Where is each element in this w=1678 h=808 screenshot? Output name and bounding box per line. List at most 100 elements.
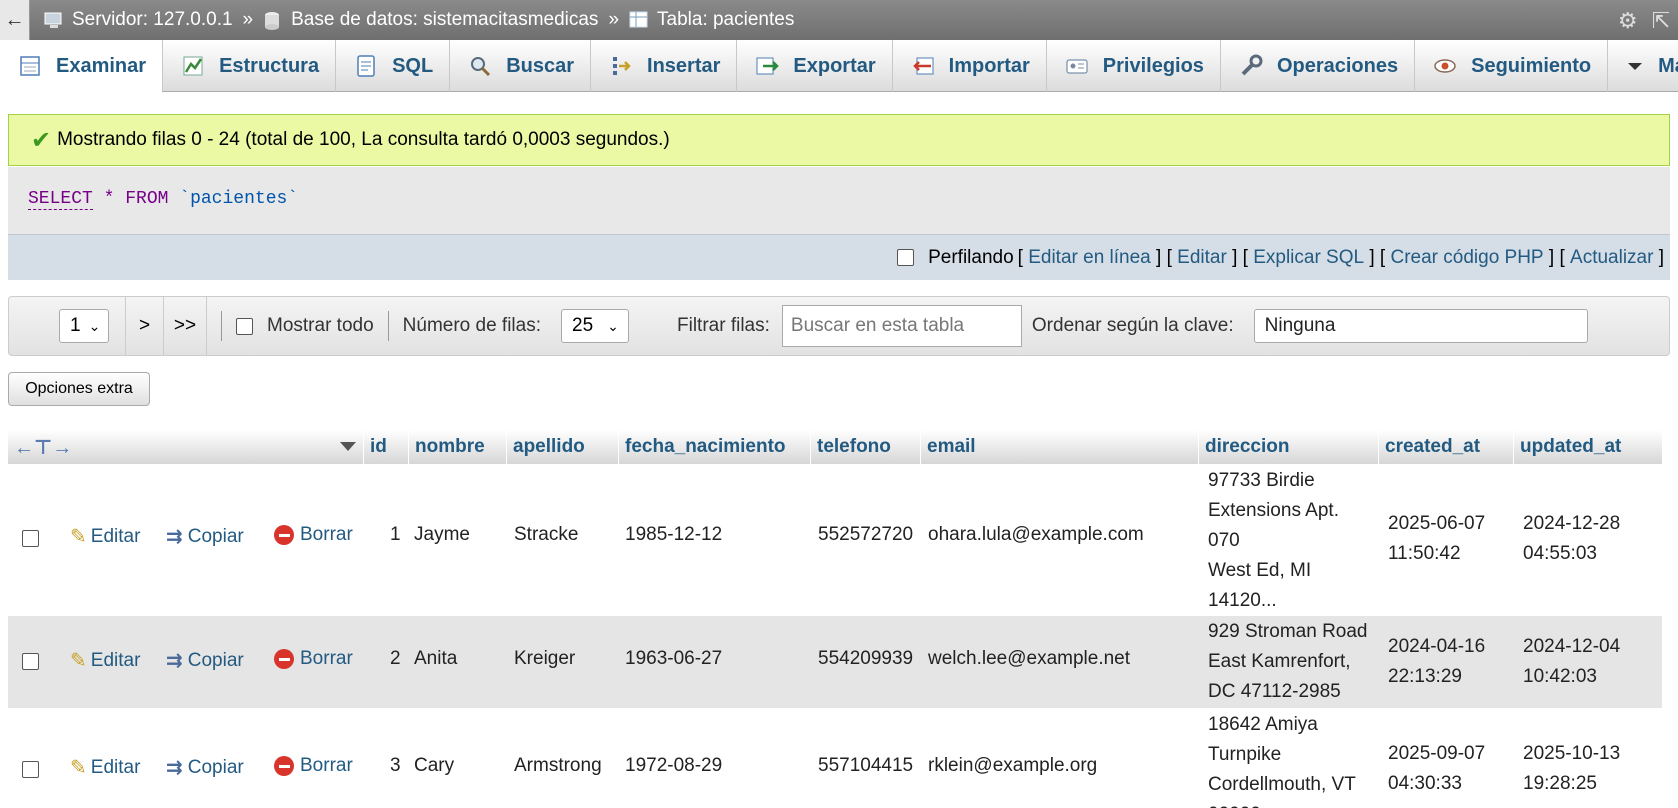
filter-rows-input[interactable]: Buscar en esta tabla <box>781 305 1022 347</box>
sql-keyword-select[interactable]: SELECT <box>28 189 93 210</box>
row-delete-link[interactable]: Borrar <box>274 524 353 546</box>
tab-operations[interactable]: Operaciones <box>1221 40 1416 92</box>
tab-privileges[interactable]: Privilegios <box>1047 40 1221 92</box>
success-message-text: Mostrando filas 0 - 24 (total de 100, La… <box>57 129 670 150</box>
row-delete-link[interactable]: Borrar <box>274 648 353 670</box>
column-resize-arrows[interactable]: ←⊤→ <box>8 430 333 464</box>
sql-star: * <box>103 189 115 209</box>
table-icon <box>629 11 649 29</box>
browse-icon <box>18 54 42 78</box>
tab-insert[interactable]: Insertar <box>591 40 738 92</box>
table-row: ✎ Editar ⇉ Copiar Borrar 3 Cary Armstrong … <box>8 709 1662 808</box>
caret-down-icon <box>1626 54 1644 78</box>
cell-fecha-nacimiento: 1963-06-27 <box>625 648 723 669</box>
column-header-nombre[interactable]: nombre <box>408 430 506 464</box>
row-checkbox[interactable] <box>22 530 39 547</box>
refresh-link[interactable]: Actualizar <box>1570 247 1653 269</box>
direccion-line: Turnpike <box>1208 744 1282 765</box>
row-checkbox[interactable] <box>22 761 39 778</box>
gear-icon[interactable]: ⚙ <box>1618 8 1638 34</box>
row-copy-link[interactable]: ⇉ Copiar <box>166 755 244 780</box>
filter-rows-label: Filtrar filas: <box>677 315 770 336</box>
insert-icon <box>609 54 633 78</box>
edit-query-link[interactable]: Editar <box>1177 247 1227 269</box>
profiling-checkbox[interactable] <box>897 249 915 266</box>
created-at-time: 22:13:29 <box>1388 666 1462 687</box>
column-header-telefono[interactable]: telefono <box>810 430 920 464</box>
copy-icon: ⇉ <box>166 650 183 672</box>
cell-updated-at: 2024-12-28 04:55:03 <box>1523 509 1620 569</box>
navigation-bar: 1 ⌄ > >> Mostrar todo Número de filas: 25… <box>8 296 1670 356</box>
cell-telefono: 557104415 <box>818 755 914 776</box>
row-edit-link[interactable]: ✎ Editar <box>70 524 140 549</box>
tab-label: Buscar <box>506 54 575 77</box>
cell-fecha-nacimiento: 1972-08-29 <box>625 755 723 776</box>
delete-label: Borrar <box>300 524 353 545</box>
explain-sql-link[interactable]: Explicar SQL <box>1253 247 1364 269</box>
collapse-icon[interactable]: ⇱ <box>1652 8 1670 34</box>
breadcrumb: ← Servidor: 127.0.0.1 » Base de datos: s… <box>0 0 1678 40</box>
next-page-button[interactable]: > <box>125 296 163 356</box>
chevron-down-icon: ⌄ <box>607 317 619 334</box>
row-copy-link[interactable]: ⇉ Copiar <box>166 648 244 673</box>
breadcrumb-server[interactable]: Servidor: 127.0.0.1 <box>44 9 233 31</box>
cell-apellido: Armstrong <box>514 755 602 776</box>
copy-icon: ⇉ <box>166 757 183 779</box>
tab-browse[interactable]: Examinar <box>0 40 164 93</box>
column-header-direccion[interactable]: direccion <box>1198 430 1378 464</box>
tab-import[interactable]: Importar <box>893 40 1047 92</box>
tab-label: Privilegios <box>1102 54 1204 77</box>
row-copy-link[interactable]: ⇉ Copiar <box>166 524 244 549</box>
filter-rows-placeholder: Buscar en esta tabla <box>790 315 965 336</box>
column-header-apellido[interactable]: apellido <box>506 430 618 464</box>
column-header-fecha-nacimiento[interactable]: fecha_nacimiento <box>618 430 810 464</box>
breadcrumb-separator: » <box>608 9 620 30</box>
cell-direccion: 929 Stroman Road East Kamrenfort, DC 471… <box>1208 617 1368 707</box>
breadcrumb-database[interactable]: Base de datos: sistemacitasmedicas <box>263 9 598 31</box>
tab-bar: Examinar Estructura SQL Buscar Insertar … <box>0 40 1678 93</box>
tab-label: Seguimiento <box>1471 54 1592 77</box>
sort-by-key-label: Ordenar según la clave: <box>1031 315 1234 336</box>
page-select[interactable]: 1 ⌄ <box>59 309 109 343</box>
cell-created-at: 2024-04-16 22:13:29 <box>1388 632 1485 692</box>
last-page-button[interactable]: >> <box>163 296 207 356</box>
caret-down-icon[interactable] <box>333 430 357 464</box>
cell-id: 3 <box>390 755 401 776</box>
tab-export[interactable]: Exportar <box>737 40 893 92</box>
direccion-line: 00000 <box>1208 800 1261 808</box>
created-at-time: 11:50:42 <box>1388 543 1461 564</box>
extra-options-button[interactable]: Opciones extra <box>8 372 150 406</box>
tab-more[interactable]: Más <box>1608 40 1678 92</box>
tab-structure[interactable]: Estructura <box>163 40 337 92</box>
eye-icon <box>1433 54 1457 78</box>
tab-search[interactable]: Buscar <box>450 40 592 92</box>
cell-direccion: 97733 Birdie Extensions Apt. 070 West Ed… <box>1208 466 1339 616</box>
direccion-line: DC 47112-2985 <box>1208 681 1341 702</box>
breadcrumb-table[interactable]: Tabla: pacientes <box>629 9 794 31</box>
direccion-line: Cordellmouth, VT <box>1208 774 1356 795</box>
sql-table-name: `pacientes` <box>179 189 299 209</box>
column-header-id[interactable]: id <box>363 430 403 464</box>
delete-icon <box>274 525 294 545</box>
column-header-created-at[interactable]: created_at <box>1378 430 1513 464</box>
rows-per-page-select[interactable]: 25 ⌄ <box>561 309 629 343</box>
table-row: ✎ Editar ⇉ Copiar Borrar 2 Anita Kreiger 1… <box>8 616 1662 708</box>
create-php-link[interactable]: Crear código PHP <box>1390 247 1543 269</box>
row-edit-link[interactable]: ✎ Editar <box>70 755 140 780</box>
column-header-email[interactable]: email <box>920 430 1198 464</box>
rows-per-page-value: 25 <box>572 315 594 336</box>
show-all-checkbox[interactable] <box>236 317 253 335</box>
row-checkbox[interactable] <box>22 653 39 670</box>
tab-tracking[interactable]: Seguimiento <box>1415 40 1609 92</box>
created-at-date: 2025-06-07 <box>1388 513 1486 534</box>
edit-inline-link[interactable]: Editar en línea <box>1028 247 1151 269</box>
tab-sql[interactable]: SQL <box>336 40 451 92</box>
tab-label: Operaciones <box>1276 54 1399 77</box>
row-delete-link[interactable]: Borrar <box>274 755 353 777</box>
sort-by-key-select[interactable]: Ninguna <box>1253 309 1588 343</box>
pencil-icon: ✎ <box>70 757 87 779</box>
export-icon <box>755 54 780 78</box>
back-arrow-icon[interactable]: ← <box>0 0 30 40</box>
column-header-updated-at[interactable]: updated_at <box>1513 430 1662 464</box>
row-edit-link[interactable]: ✎ Editar <box>70 648 140 673</box>
